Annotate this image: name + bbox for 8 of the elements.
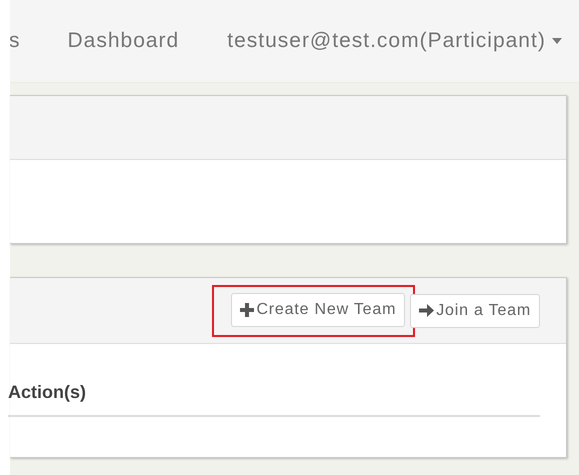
caret-icon bbox=[552, 38, 562, 44]
arrow-right-icon bbox=[419, 304, 434, 317]
plus-icon bbox=[240, 302, 254, 316]
nav-link[interactable]: Dashboard bbox=[68, 29, 180, 53]
team-button[interactable]: Join a Team bbox=[410, 294, 540, 328]
user-menu[interactable]: testuser@test.com(Participant) bbox=[227, 29, 562, 53]
team-button[interactable]: Create New Team bbox=[231, 292, 406, 326]
column-header: Action(s) bbox=[8, 382, 86, 402]
